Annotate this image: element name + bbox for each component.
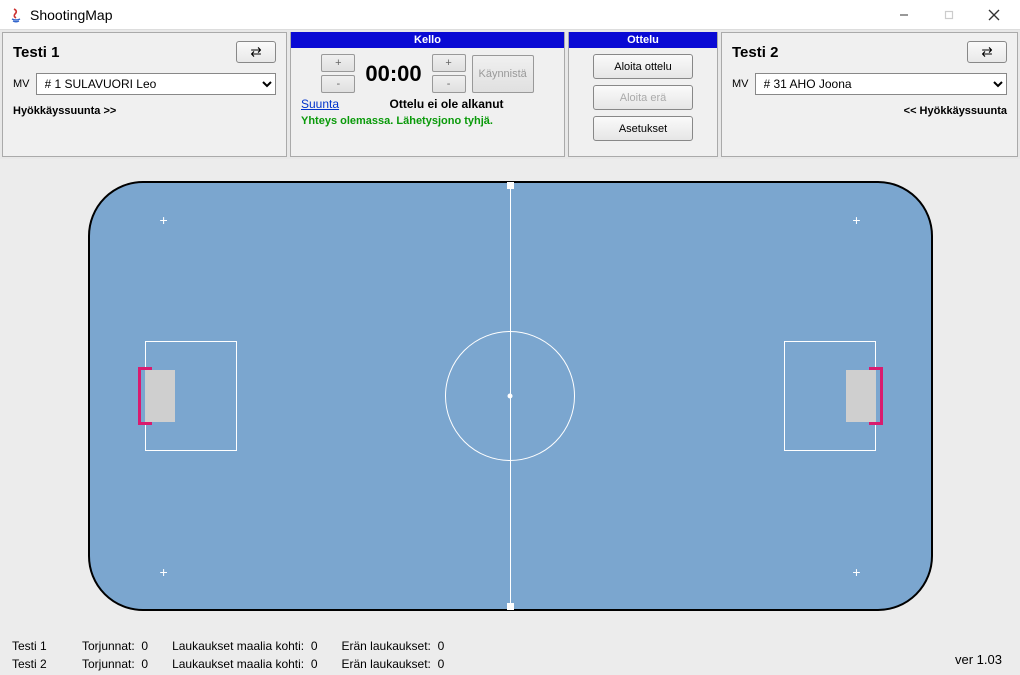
window-title: ShootingMap: [30, 7, 113, 23]
stats-bar: Testi 1 Torjunnat: 0 Laukaukset maalia k…: [0, 633, 1020, 675]
clock-header: Kello: [291, 32, 564, 48]
stats-team2-label: Testi 2: [12, 657, 58, 671]
start-clock-button[interactable]: Käynnistä: [472, 55, 534, 93]
start-match-button[interactable]: Aloita ottelu: [593, 54, 693, 79]
swap-goalie-right-button[interactable]: ⇄: [967, 41, 1007, 63]
attack-direction-left: Hyökkäyssuunta >>: [13, 105, 276, 117]
team2-saves-value: 0: [141, 657, 148, 671]
mv-label-right: MV: [732, 78, 749, 90]
top-panels: Testi 1 ⇄ MV # 1 SULAVUORI Leo Hyökkäyss…: [0, 30, 1020, 159]
start-period-button[interactable]: Aloita erä: [593, 85, 693, 110]
team1-sog-value: 0: [311, 639, 318, 653]
goal-frame-right: [869, 367, 883, 425]
swap-icon: ⇄: [981, 44, 992, 60]
goal-frame-left: [138, 367, 152, 425]
clock-time: 00:00: [361, 61, 425, 87]
clock-panel: Kello + - 00:00 + - Käynnistä Suunta Ott…: [290, 32, 565, 157]
faceoff-dot-top-right: +: [852, 213, 860, 227]
faceoff-dot-bottom-right: +: [852, 565, 860, 579]
team-left-name: Testi 1: [13, 44, 59, 61]
seconds-minus-button[interactable]: -: [432, 75, 466, 93]
goalie-select-right[interactable]: # 31 AHO Joona: [755, 73, 1008, 95]
seconds-plus-button[interactable]: +: [432, 54, 466, 72]
minutes-minus-button[interactable]: -: [321, 75, 355, 93]
team2-period-value: 0: [438, 657, 445, 671]
connection-status: Yhteys olemassa. Lähetysjono tyhjä.: [297, 115, 558, 127]
swap-goalie-left-button[interactable]: ⇄: [236, 41, 276, 63]
center-dot: [508, 394, 513, 399]
team1-saves-value: 0: [141, 639, 148, 653]
settings-button[interactable]: Asetukset: [593, 116, 693, 141]
stats-row-team2: Testi 2 Torjunnat: 0 Laukaukset maalia k…: [12, 657, 1008, 671]
rink-surface[interactable]: + + + +: [88, 181, 933, 611]
team-right-name: Testi 2: [732, 44, 778, 61]
minutes-plus-button[interactable]: +: [321, 54, 355, 72]
version-label: ver 1.03: [955, 652, 1002, 667]
swap-icon: ⇄: [250, 44, 261, 60]
attack-direction-right: << Hyökkäyssuunta: [732, 105, 1007, 117]
close-button[interactable]: [971, 1, 1016, 29]
stats-row-team1: Testi 1 Torjunnat: 0 Laukaukset maalia k…: [12, 639, 1008, 653]
faceoff-dot-top-left: +: [160, 213, 168, 227]
team-panel-left: Testi 1 ⇄ MV # 1 SULAVUORI Leo Hyökkäyss…: [2, 32, 287, 157]
restore-button[interactable]: [926, 1, 971, 29]
window-titlebar: ShootingMap: [0, 0, 1020, 30]
field-container: + + + +: [0, 159, 1020, 633]
match-header: Ottelu: [569, 32, 717, 48]
minimize-button[interactable]: [881, 1, 926, 29]
stats-team1-label: Testi 1: [12, 639, 58, 653]
java-icon: [8, 7, 24, 23]
team1-period-value: 0: [438, 639, 445, 653]
team-panel-right: Testi 2 ⇄ MV # 31 AHO Joona << Hyökkäyss…: [721, 32, 1018, 157]
mv-label-left: MV: [13, 78, 30, 90]
direction-link[interactable]: Suunta: [301, 97, 339, 111]
faceoff-dot-bottom-left: +: [160, 565, 168, 579]
match-panel: Ottelu Aloita ottelu Aloita erä Asetukse…: [568, 32, 718, 157]
goalie-select-left[interactable]: # 1 SULAVUORI Leo: [36, 73, 277, 95]
match-status: Ottelu ei ole alkanut: [339, 97, 554, 111]
team2-sog-value: 0: [311, 657, 318, 671]
